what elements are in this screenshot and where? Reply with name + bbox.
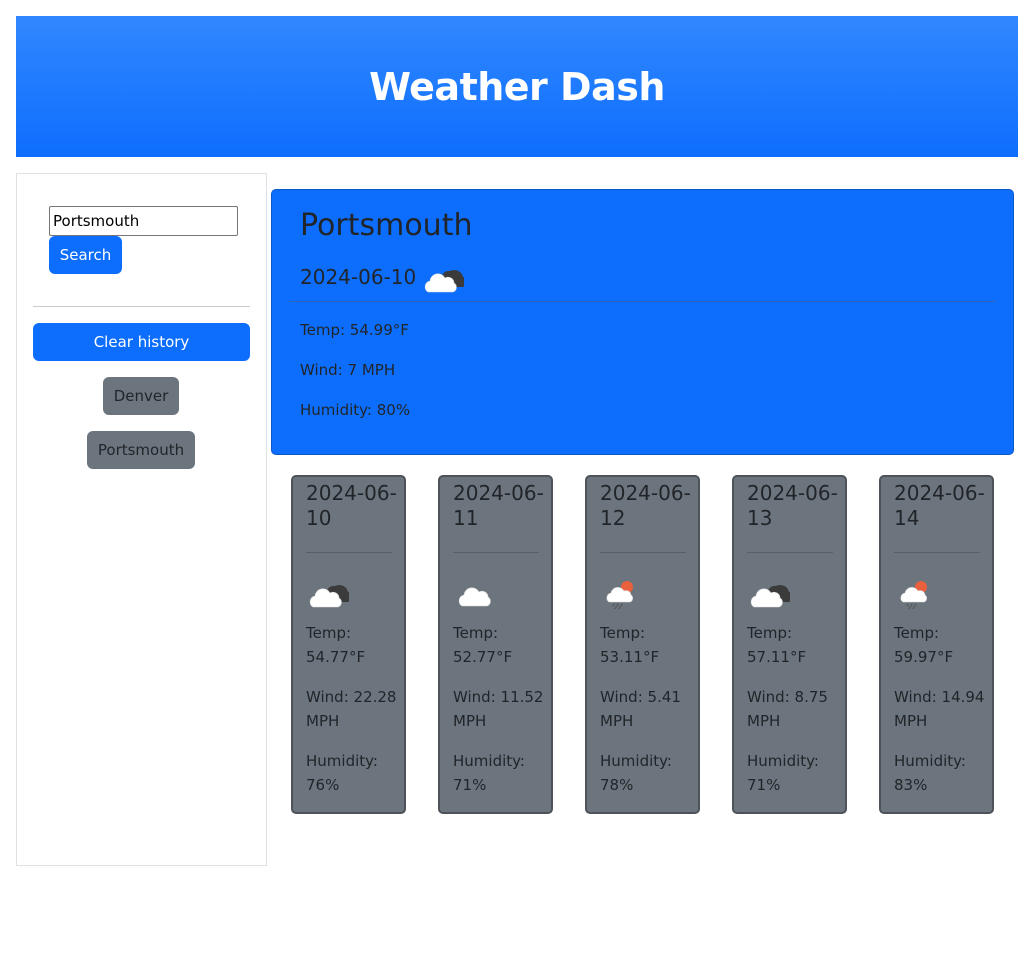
current-date: 2024-06-10	[300, 265, 417, 289]
history-item-denver[interactable]: Denver	[103, 377, 179, 415]
current-divider	[289, 301, 996, 302]
forecast-date: 2024-06-12	[600, 481, 691, 530]
forecast-card: 2024-06-12 Temp: 53.11°F Wind: 5.41 MPH …	[585, 475, 700, 814]
city-search-input[interactable]	[49, 206, 238, 236]
search-button[interactable]: Search	[49, 236, 122, 274]
forecast-wind: Wind: 14.94 MPH	[894, 688, 985, 730]
app-title: Weather Dash	[369, 64, 665, 109]
current-city-name: Portsmouth	[300, 208, 473, 243]
forecast-wind: Wind: 8.75 MPH	[747, 688, 828, 730]
forecast-wind: Wind: 22.28 MPH	[306, 688, 397, 730]
forecast-temp: Temp: 52.77°F	[453, 624, 513, 666]
broken-clouds-icon	[750, 575, 790, 609]
forecast-humidity: Humidity: 71%	[453, 752, 525, 794]
forecast-temp: Temp: 53.11°F	[600, 624, 660, 666]
forecast-divider	[894, 552, 980, 553]
current-humidity: Humidity: 80%	[300, 401, 411, 419]
forecast-date: 2024-06-10	[306, 481, 397, 530]
broken-clouds-icon	[309, 575, 349, 609]
forecast-temp: Temp: 54.77°F	[306, 624, 366, 666]
forecast-card: 2024-06-13 Temp: 57.11°F Wind: 8.75 MPH …	[732, 475, 847, 814]
current-temp: Temp: 54.99°F	[300, 321, 409, 339]
broken-clouds-icon	[424, 260, 464, 294]
sun-rain-icon	[603, 575, 643, 609]
forecast-temp: Temp: 57.11°F	[747, 624, 807, 666]
forecast-date: 2024-06-14	[894, 481, 985, 530]
forecast-wind: Wind: 11.52 MPH	[453, 688, 544, 730]
app-header: Weather Dash	[16, 16, 1018, 157]
forecast-temp: Temp: 59.97°F	[894, 624, 954, 666]
forecast-humidity: Humidity: 76%	[306, 752, 378, 794]
forecast-date: 2024-06-13	[747, 481, 838, 530]
history-item-portsmouth[interactable]: Portsmouth	[87, 431, 195, 469]
forecast-divider	[600, 552, 686, 553]
forecast-divider	[306, 552, 392, 553]
forecast-card: 2024-06-10 Temp: 54.77°F Wind: 22.28 MPH…	[291, 475, 406, 814]
forecast-humidity: Humidity: 71%	[747, 752, 819, 794]
sidebar-divider	[33, 306, 250, 307]
clear-history-button[interactable]: Clear history	[33, 323, 250, 361]
cloud-icon	[456, 575, 496, 609]
forecast-date: 2024-06-11	[453, 481, 544, 530]
forecast-humidity: Humidity: 78%	[600, 752, 672, 794]
search-sidebar: Search Clear history Denver Portsmouth	[16, 173, 267, 866]
forecast-divider	[747, 552, 833, 553]
current-weather-card: Portsmouth 2024-06-10 Temp: 54.99°F Wind…	[271, 189, 1014, 455]
forecast-wind: Wind: 5.41 MPH	[600, 688, 681, 730]
sun-rain-icon	[897, 575, 937, 609]
forecast-card: 2024-06-14 Temp: 59.97°F Wind: 14.94 MPH…	[879, 475, 994, 814]
current-wind: Wind: 7 MPH	[300, 361, 396, 379]
forecast-card: 2024-06-11 Temp: 52.77°F Wind: 11.52 MPH…	[438, 475, 553, 814]
forecast-divider	[453, 552, 539, 553]
forecast-humidity: Humidity: 83%	[894, 752, 966, 794]
current-date-row: 2024-06-10	[300, 260, 464, 294]
